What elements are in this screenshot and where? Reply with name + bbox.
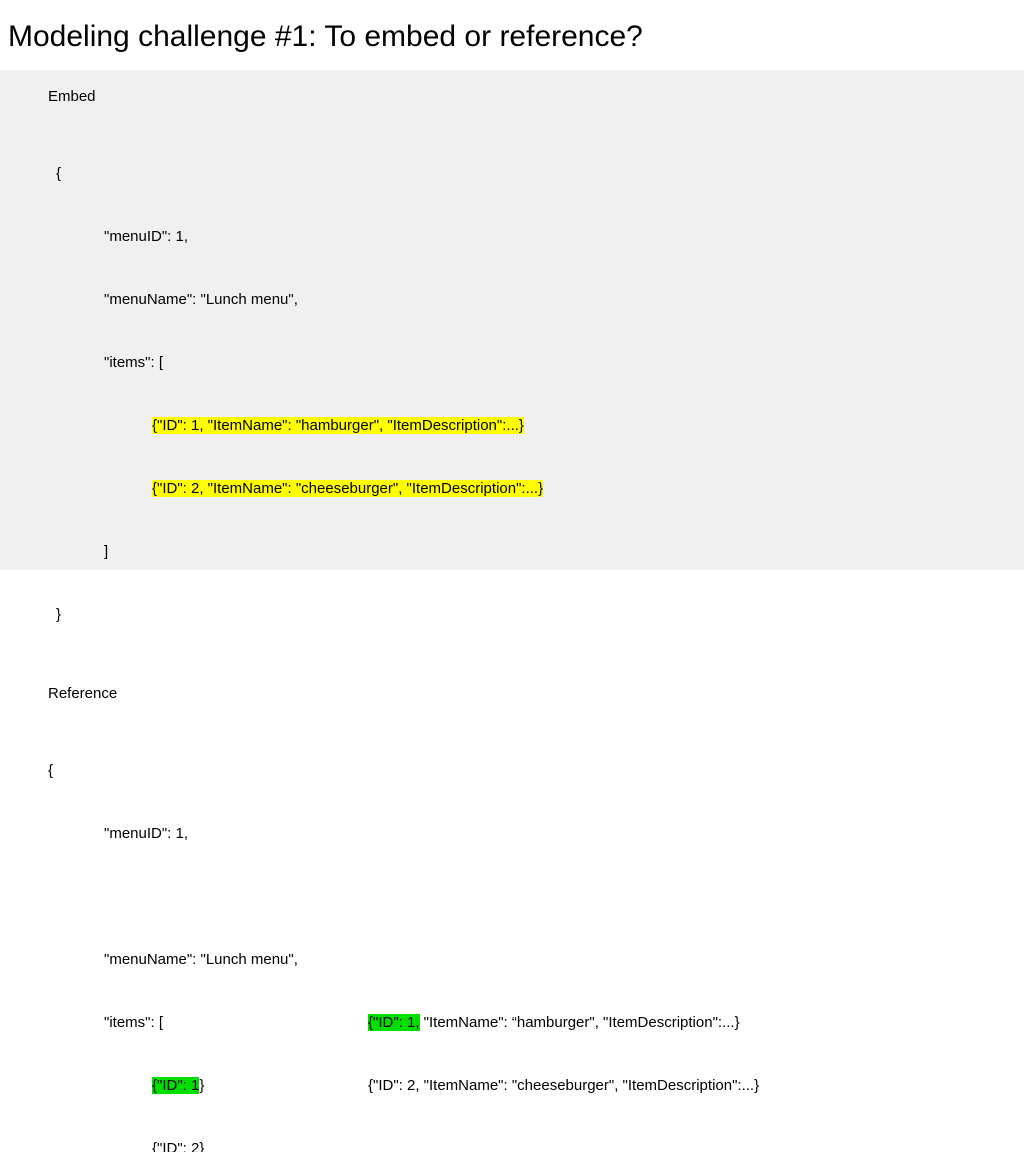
- code-line: {"ID": 2, "ItemName": "cheeseburger", "I…: [48, 478, 1024, 499]
- code-text: }: [199, 1077, 204, 1094]
- highlighted-embed-item-2: {"ID": 2, "ItemName": "cheeseburger", "I…: [152, 480, 543, 497]
- embed-label: Embed: [48, 86, 1024, 107]
- reference-label: Reference: [48, 683, 1024, 704]
- code-line: {: [48, 760, 1024, 781]
- code-line: "menuName": "Lunch menu",: [48, 949, 368, 970]
- embed-code: { "menuID": 1, "menuName": "Lunch menu",…: [48, 121, 1024, 667]
- slide-title: Modeling challenge #1: To embed or refer…: [0, 0, 1024, 70]
- highlighted-embed-item-1: {"ID": 1, "ItemName": "hamburger", "Item…: [152, 417, 524, 434]
- code-line: {: [48, 163, 1024, 184]
- code-line: "menuName": "Lunch menu",: [48, 289, 1024, 310]
- code-line: "items": [: [48, 1012, 368, 1033]
- code-line: {"ID": 1}: [48, 1075, 368, 1096]
- code-line: {"ID": 2}: [48, 1138, 368, 1152]
- code-line: "menuID": 1,: [48, 823, 1024, 844]
- code-line: }: [48, 604, 1024, 625]
- code-line: {"ID": 2, "ItemName": "cheeseburger", "I…: [368, 1075, 759, 1096]
- code-line: ]: [48, 541, 1024, 562]
- code-line: "items": [: [48, 352, 1024, 373]
- code-line: {"ID": 1, "ItemName": “hamburger", "Item…: [368, 1012, 759, 1033]
- code-area: Embed { "menuID": 1, "menuName": "Lunch …: [0, 70, 1024, 570]
- reference-side-items: {"ID": 1, "ItemName": “hamburger", "Item…: [368, 907, 759, 1138]
- code-line: {"ID": 1, "ItemName": "hamburger", "Item…: [48, 415, 1024, 436]
- code-line: "menuID": 1,: [48, 226, 1024, 247]
- reference-code: { "menuID": 1, "menuName": "Lunch menu",…: [48, 718, 1024, 1152]
- highlighted-ref-id-1: {"ID": 1: [152, 1077, 199, 1094]
- highlighted-side-id-1: {"ID": 1,: [368, 1014, 420, 1031]
- code-text: "ItemName": “hamburger", "ItemDescriptio…: [420, 1014, 740, 1031]
